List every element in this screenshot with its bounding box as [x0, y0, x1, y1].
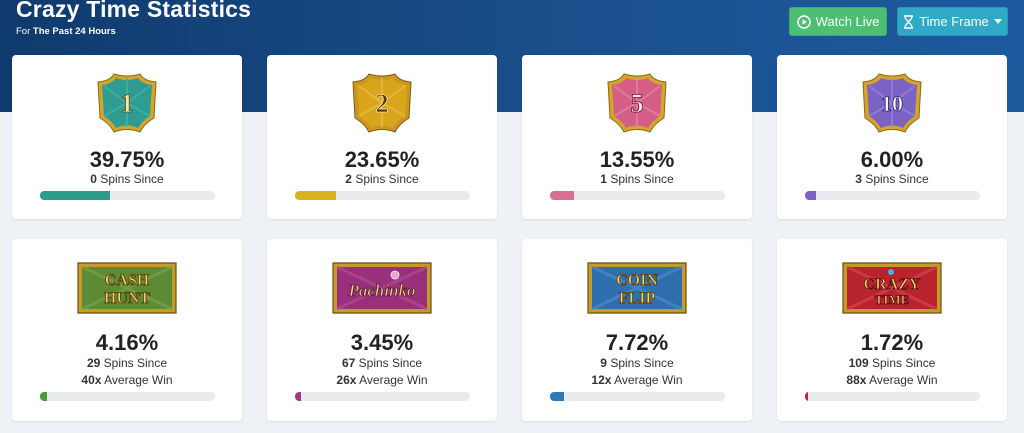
page-title: Crazy Time Statistics	[16, 0, 252, 22]
progress-bar	[550, 191, 725, 200]
percentage: 3.45%	[350, 330, 414, 355]
coin-flip-logo-icon: COIN FLIP	[587, 262, 687, 314]
svg-text:Pachinko: Pachinko	[347, 281, 415, 300]
crazy-time-logo-icon: CRAZY TIME	[842, 262, 942, 314]
spins-since: 2 Spins Since	[345, 172, 419, 186]
stat-card-1: 1 39.75% 0 Spins Since	[12, 55, 242, 219]
spins-since: 0 Spins Since	[90, 172, 164, 186]
progress-bar	[295, 392, 470, 401]
stat-card-2: 2 23.65% 2 Spins Since	[267, 55, 497, 219]
time-frame-label: Time Frame	[919, 14, 989, 29]
progress-bar	[550, 392, 725, 401]
svg-text:CASH: CASH	[105, 272, 150, 289]
percentage: 4.16%	[95, 330, 159, 355]
spins-since: 9 Spins Since	[600, 356, 674, 370]
stat-card-5: 5 13.55% 1 Spins Since	[522, 55, 752, 219]
progress-fill	[805, 392, 808, 401]
watch-live-label: Watch Live	[815, 14, 880, 29]
percentage: 23.65%	[344, 147, 420, 172]
average-win: 88x Average Win	[846, 373, 938, 387]
stat-card-crazy-time: CRAZY TIME 1.72% 109 Spins Since 88x Ave…	[777, 239, 1007, 421]
time-frame-dropdown[interactable]: Time Frame	[897, 7, 1008, 36]
subtitle-period: The Past 24 Hours	[32, 26, 116, 37]
spins-since: 29 Spins Since	[86, 356, 168, 370]
percentage: 6.00%	[860, 147, 924, 172]
stat-card-cash-hunt: CASH HUNT 4.16% 29 Spins Since 40x Avera…	[12, 239, 242, 421]
page-subtitle: For The Past 24 Hours	[16, 26, 116, 37]
spins-since: 1 Spins Since	[600, 172, 674, 186]
svg-text:COIN: COIN	[616, 272, 658, 289]
progress-bar	[805, 191, 980, 200]
number-5-badge-icon: 5	[607, 73, 667, 133]
stat-card-pachinko: Pachinko 3.45% 67 Spins Since 26x Averag…	[267, 239, 497, 421]
percentage: 13.55%	[599, 147, 675, 172]
progress-fill	[40, 392, 48, 401]
play-icon	[796, 14, 811, 29]
percentage: 39.75%	[89, 147, 165, 172]
number-10-badge-icon: 10	[862, 73, 922, 133]
progress-fill	[805, 191, 816, 200]
spins-since: 109 Spins Since	[848, 356, 936, 370]
average-win: 12x Average Win	[591, 373, 683, 387]
progress-fill	[295, 191, 337, 200]
svg-text:TIME: TIME	[875, 292, 910, 307]
watch-live-button[interactable]: Watch Live	[789, 7, 887, 36]
progress-bar	[295, 191, 470, 200]
pachinko-logo-icon: Pachinko	[332, 262, 432, 314]
svg-text:CRAZY: CRAZY	[864, 276, 921, 293]
progress-fill	[295, 392, 302, 401]
spins-since: 3 Spins Since	[855, 172, 929, 186]
percentage: 1.72%	[860, 330, 924, 355]
number-1-badge-icon: 1	[97, 73, 157, 133]
percentage: 7.72%	[605, 330, 669, 355]
progress-fill	[550, 191, 574, 200]
spins-since: 67 Spins Since	[341, 356, 423, 370]
svg-text:FLIP: FLIP	[619, 290, 656, 307]
average-win: 40x Average Win	[81, 373, 173, 387]
badge-text: 1	[121, 89, 134, 118]
stat-card-coin-flip: COIN FLIP 7.72% 9 Spins Since 12x Averag…	[522, 239, 752, 421]
stat-card-10: 10 6.00% 3 Spins Since	[777, 55, 1007, 219]
badge-text: 10	[881, 91, 903, 116]
progress-bar	[805, 392, 980, 401]
badge-text: 5	[631, 89, 644, 118]
number-2-badge-icon: 2	[352, 73, 412, 133]
chevron-down-icon	[993, 19, 1002, 24]
subtitle-prefix: For	[16, 26, 31, 37]
progress-bar	[40, 392, 215, 401]
progress-fill	[40, 191, 110, 200]
progress-bar	[40, 191, 215, 200]
badge-text: 2	[376, 89, 389, 118]
hourglass-icon	[903, 14, 914, 29]
svg-text:HUNT: HUNT	[104, 290, 151, 307]
cash-hunt-logo-icon: CASH HUNT	[77, 262, 177, 314]
progress-fill	[550, 392, 564, 401]
average-win: 26x Average Win	[336, 373, 428, 387]
